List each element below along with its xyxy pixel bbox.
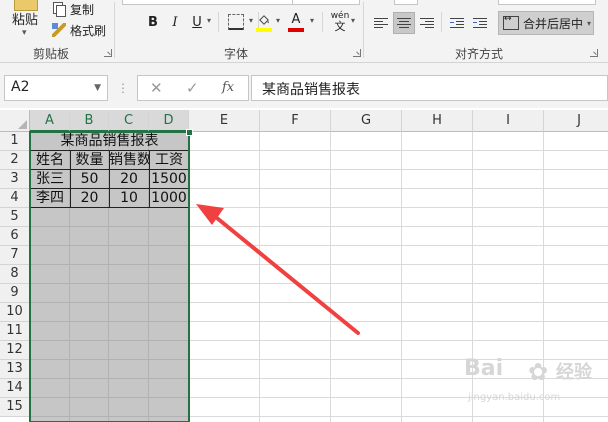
watermark-url: jingyan.baidu.com bbox=[468, 392, 561, 403]
watermark: Bai ✿ 经验 jingyan.baidu.com bbox=[464, 356, 604, 410]
watermark-text-2: 经验 bbox=[556, 362, 592, 383]
paw-icon: ✿ bbox=[528, 358, 549, 386]
watermark-text: Bai bbox=[464, 356, 504, 381]
